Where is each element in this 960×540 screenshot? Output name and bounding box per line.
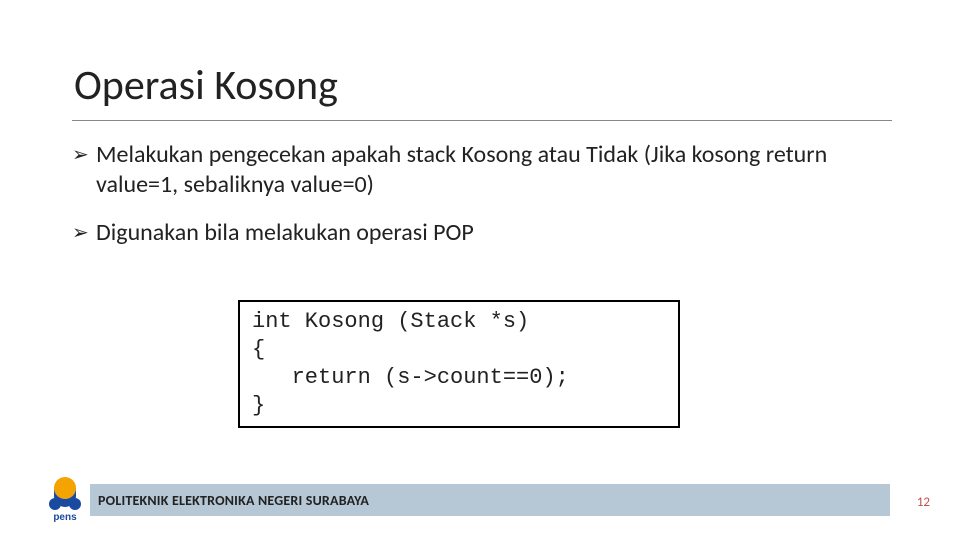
logo-text: pens — [53, 512, 77, 523]
bullet-marker-icon: ➢ — [72, 140, 96, 170]
slide: Operasi Kosong ➢ Melakukan pengecekan ap… — [0, 0, 960, 540]
code-content: int Kosong (Stack *s) { return (s->count… — [252, 308, 666, 420]
list-item: ➢ Melakukan pengecekan apakah stack Koso… — [72, 140, 892, 200]
list-item: ➢ Digunakan bila melakukan operasi POP — [72, 218, 892, 248]
code-block: int Kosong (Stack *s) { return (s->count… — [238, 300, 680, 428]
slide-title: Operasi Kosong — [74, 60, 338, 111]
institution-logo: pens — [38, 470, 92, 524]
bullet-text: Digunakan bila melakukan operasi POP — [96, 218, 474, 248]
page-number: 12 — [917, 495, 930, 510]
footer-text: POLITEKNIK ELEKTRONIKA NEGERI SURABAYA — [98, 492, 369, 509]
pens-logo-icon: pens — [38, 470, 92, 524]
bullet-marker-icon: ➢ — [72, 218, 96, 248]
bullet-text: Melakukan pengecekan apakah stack Kosong… — [96, 140, 892, 200]
bullet-list: ➢ Melakukan pengecekan apakah stack Koso… — [72, 140, 892, 266]
title-underline — [72, 120, 892, 121]
footer-bar: POLITEKNIK ELEKTRONIKA NEGERI SURABAYA — [90, 484, 890, 516]
